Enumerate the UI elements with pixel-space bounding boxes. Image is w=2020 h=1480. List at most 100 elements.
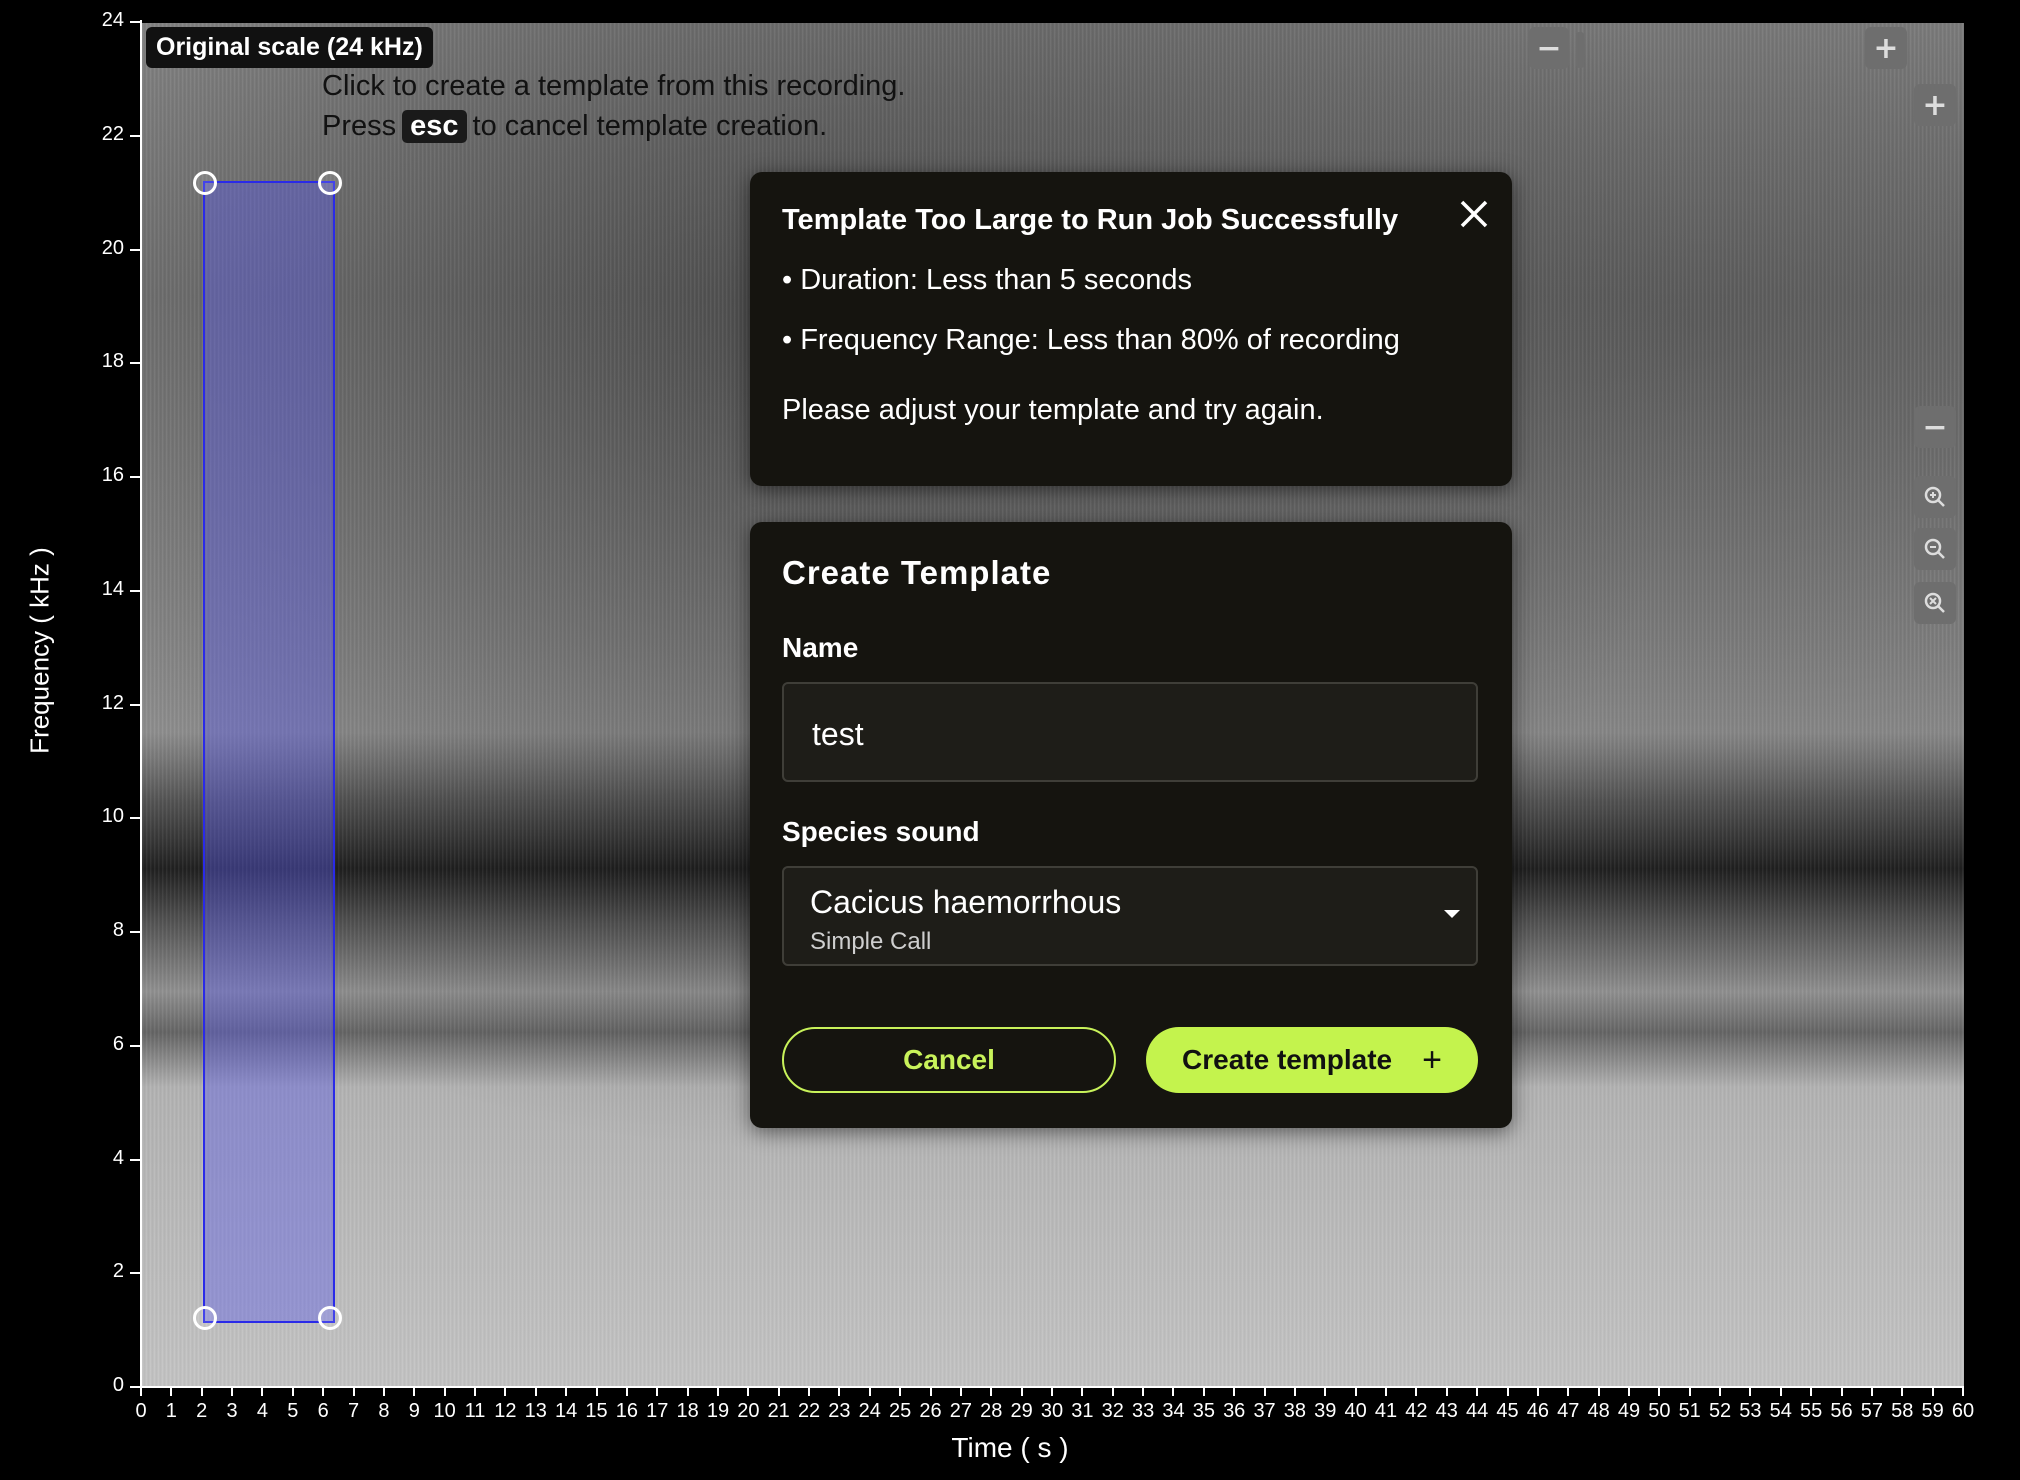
x-tick-label: 14 bbox=[555, 1400, 578, 1422]
y-tick-mark bbox=[130, 1272, 140, 1275]
y-tick-label: 10 bbox=[101, 805, 124, 828]
selection-handle-bottom-right[interactable] bbox=[318, 1306, 342, 1330]
x-tick-label: 12 bbox=[494, 1400, 517, 1422]
x-tick-label: 1 bbox=[165, 1400, 177, 1422]
x-tick-label: 54 bbox=[1769, 1400, 1792, 1422]
x-tick-label: 21 bbox=[767, 1400, 790, 1422]
x-tick-label: 42 bbox=[1405, 1400, 1428, 1422]
x-tick-label: 27 bbox=[949, 1400, 973, 1422]
x-tick-label: 20 bbox=[737, 1400, 760, 1422]
x-tick-mark bbox=[1415, 1388, 1418, 1396]
x-tick-mark bbox=[413, 1388, 416, 1396]
x-tick-mark bbox=[899, 1388, 902, 1396]
x-tick-label: 39 bbox=[1314, 1400, 1337, 1422]
x-tick-label: 60 bbox=[1951, 1400, 1975, 1422]
x-tick-label: 2 bbox=[196, 1400, 208, 1422]
y-tick-mark bbox=[130, 703, 140, 706]
x-tick-label: 35 bbox=[1192, 1400, 1215, 1422]
x-tick-mark bbox=[1597, 1388, 1600, 1396]
selection-handle-top-left[interactable] bbox=[193, 171, 217, 195]
x-tick-mark bbox=[808, 1388, 811, 1396]
x-tick-label: 31 bbox=[1071, 1400, 1094, 1422]
x-tick-label: 57 bbox=[1860, 1400, 1884, 1422]
y-tick-label: 14 bbox=[101, 577, 124, 600]
x-tick-label: 51 bbox=[1678, 1400, 1701, 1422]
x-tick-mark bbox=[565, 1388, 568, 1396]
x-tick-label: 53 bbox=[1739, 1400, 1762, 1422]
x-tick-mark bbox=[1385, 1388, 1388, 1396]
y-tick-label: 20 bbox=[101, 236, 124, 259]
x-tick-mark bbox=[504, 1388, 507, 1396]
create-template-button[interactable]: Create template + bbox=[1146, 1027, 1478, 1093]
y-tick-mark bbox=[130, 21, 140, 23]
species-name: Cacicus haemorrhous bbox=[810, 884, 1122, 920]
plus-icon[interactable]: + bbox=[1914, 84, 1956, 126]
x-tick-label: 38 bbox=[1283, 1400, 1307, 1422]
x-tick-label: 25 bbox=[889, 1400, 912, 1422]
minus-icon[interactable]: − bbox=[1914, 406, 1956, 448]
species-select[interactable]: Cacicus haemorrhous Simple Call bbox=[782, 866, 1478, 966]
zoom-reset-icon[interactable] bbox=[1914, 582, 1956, 624]
template-selection[interactable] bbox=[203, 181, 335, 1323]
zoom-in-icon[interactable] bbox=[1914, 476, 1956, 518]
error-dialog: Template Too Large to Run Job Successful… bbox=[750, 172, 1512, 486]
x-tick-label: 44 bbox=[1466, 1400, 1489, 1422]
x-tick-label: 40 bbox=[1344, 1400, 1367, 1422]
x-tick-mark bbox=[170, 1388, 173, 1396]
x-tick-mark bbox=[1506, 1388, 1509, 1396]
selection-handle-bottom-left[interactable] bbox=[193, 1306, 217, 1330]
x-tick-mark bbox=[322, 1388, 325, 1396]
x-tick-label: 46 bbox=[1526, 1400, 1549, 1422]
plus-icon: + bbox=[1422, 1040, 1442, 1079]
y-tick-mark bbox=[130, 134, 140, 137]
zoom-out-icon[interactable] bbox=[1914, 528, 1956, 570]
dialog-title: Create Template bbox=[782, 554, 1052, 591]
error-instruction: Please adjust your template and try agai… bbox=[782, 394, 1324, 426]
x-tick-mark bbox=[1931, 1388, 1934, 1396]
x-tick-mark bbox=[474, 1388, 477, 1396]
x-tick-label: 19 bbox=[706, 1400, 730, 1422]
horizontal-zoom-slider-handle[interactable] bbox=[1576, 32, 1584, 68]
x-tick-mark bbox=[1111, 1388, 1114, 1396]
y-tick-label: 0 bbox=[112, 1374, 124, 1396]
minus-icon[interactable]: − bbox=[1529, 27, 1569, 69]
x-tick-label: 26 bbox=[919, 1400, 942, 1422]
x-tick-label: 10 bbox=[433, 1400, 456, 1422]
x-tick-label: 34 bbox=[1162, 1400, 1185, 1422]
y-tick-mark bbox=[130, 362, 140, 365]
x-tick-label: 49 bbox=[1617, 1400, 1641, 1422]
error-frequency-line: • Frequency Range: Less than 80% of reco… bbox=[782, 324, 1400, 356]
y-tick-label: 12 bbox=[101, 691, 124, 714]
x-tick-label: 58 bbox=[1891, 1400, 1914, 1422]
y-tick-mark bbox=[130, 1044, 140, 1047]
x-tick-label: 52 bbox=[1708, 1400, 1732, 1422]
x-tick-label: 30 bbox=[1040, 1400, 1064, 1422]
chevron-down-icon[interactable] bbox=[1444, 910, 1460, 918]
x-tick-label: 5 bbox=[287, 1400, 299, 1422]
x-tick-label: 16 bbox=[615, 1400, 638, 1422]
x-tick-mark bbox=[1293, 1388, 1296, 1396]
x-tick-label: 41 bbox=[1374, 1400, 1398, 1422]
x-tick-mark bbox=[838, 1388, 841, 1396]
close-icon[interactable] bbox=[1454, 194, 1494, 234]
cancel-button[interactable]: Cancel bbox=[782, 1027, 1116, 1093]
y-tick-label: 4 bbox=[112, 1146, 124, 1169]
name-input[interactable] bbox=[810, 708, 1454, 760]
x-tick-mark bbox=[1020, 1388, 1023, 1396]
y-tick-label: 16 bbox=[101, 464, 124, 486]
x-tick-label: 17 bbox=[646, 1400, 669, 1422]
y-tick-label: 22 bbox=[101, 122, 124, 145]
x-tick-label: 33 bbox=[1131, 1400, 1155, 1422]
x-tick-label: 6 bbox=[317, 1400, 329, 1422]
hint-suffix: to cancel template creation. bbox=[472, 110, 828, 142]
x-tick-mark bbox=[716, 1388, 719, 1396]
x-tick-mark bbox=[1263, 1388, 1266, 1396]
create-label: Create template bbox=[1182, 1044, 1393, 1075]
x-tick-mark bbox=[929, 1388, 932, 1396]
plus-icon[interactable]: + bbox=[1865, 27, 1907, 69]
hint-line-2: Press esc to cancel template creation. bbox=[322, 110, 827, 143]
x-tick-label: 43 bbox=[1435, 1400, 1458, 1422]
name-field[interactable] bbox=[782, 682, 1478, 782]
selection-handle-top-right[interactable] bbox=[318, 171, 342, 195]
y-tick-label: 8 bbox=[112, 919, 124, 941]
